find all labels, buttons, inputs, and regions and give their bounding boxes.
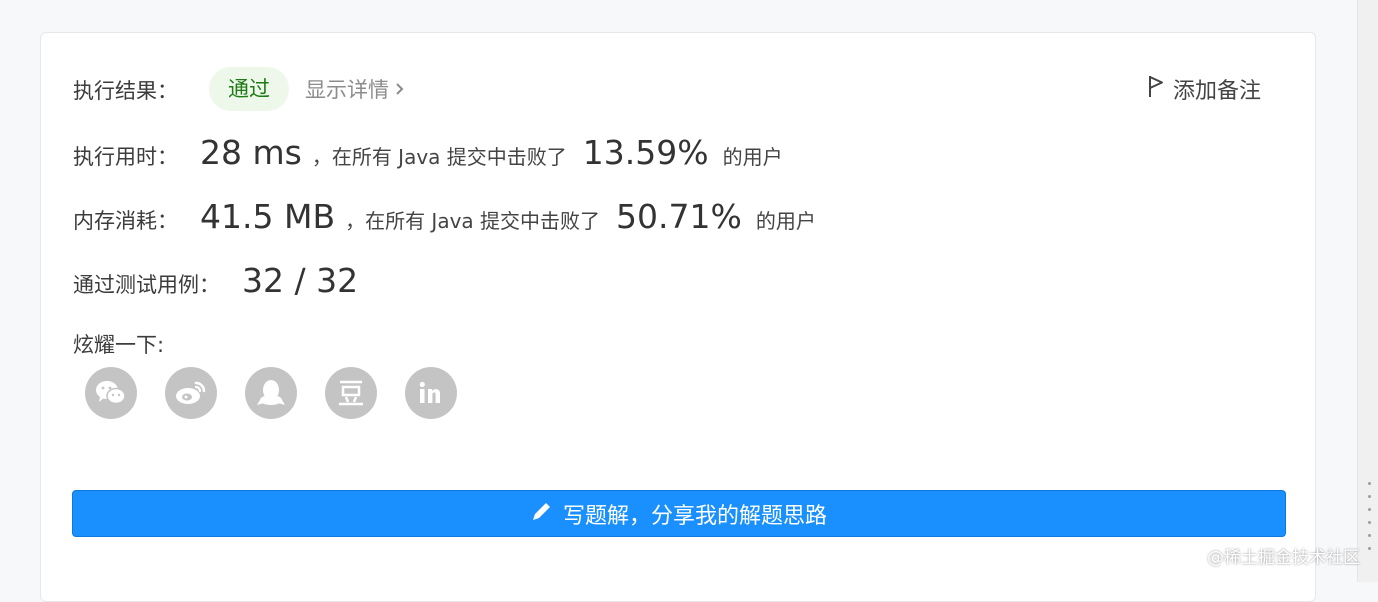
- weibo-icon[interactable]: [165, 367, 217, 419]
- show-details-link[interactable]: 显示详情: [305, 74, 405, 104]
- tests-label: 通过测试用例：: [73, 273, 220, 297]
- chevron-right-icon: [395, 77, 405, 101]
- write-solution-label: 写题解，分享我的解题思路: [562, 503, 827, 529]
- add-note-button[interactable]: 添加备注: [1147, 73, 1261, 105]
- share-label: 炫耀一下:: [73, 333, 165, 357]
- qq-icon[interactable]: [245, 367, 297, 419]
- show-details-label: 显示详情: [305, 78, 389, 102]
- memory-value: 41.5 MB: [200, 197, 336, 236]
- write-solution-button[interactable]: 写题解，分享我的解题思路: [72, 490, 1286, 537]
- tests-value: 32 / 32: [242, 261, 359, 300]
- wechat-icon[interactable]: [85, 367, 137, 419]
- memory-row: 内存消耗： 41.5 MB ，在所有 Java 提交中击败了 50.71% 的用…: [73, 197, 816, 236]
- result-label: 执行结果：: [73, 79, 178, 103]
- runtime-value: 28 ms: [200, 133, 302, 172]
- memory-percent: 50.71%: [616, 197, 742, 236]
- add-note-label: 添加备注: [1172, 79, 1261, 104]
- tests-row: 通过测试用例： 32 / 32: [73, 261, 368, 300]
- linkedin-icon[interactable]: [405, 367, 457, 419]
- douban-icon[interactable]: [325, 367, 377, 419]
- scrollbar[interactable]: [1357, 0, 1378, 582]
- runtime-percent: 13.59%: [582, 133, 709, 172]
- submission-result-card: 执行结果： 通过 显示详情 添加备注 执行用时： 28 ms ，在所有 Java…: [40, 32, 1316, 602]
- runtime-row: 执行用时： 28 ms ，在所有 Java 提交中击败了 13.59% 的用户: [73, 133, 783, 172]
- share-icons: [85, 367, 457, 419]
- memory-label: 内存消耗：: [73, 209, 178, 233]
- memory-suffix: 的用户: [755, 209, 816, 233]
- watermark: @稀土掘金技术社区: [1207, 548, 1360, 568]
- runtime-prefix: ，在所有 Java 提交中击败了: [311, 145, 567, 169]
- scroll-grip-icon: [1368, 482, 1372, 560]
- runtime-suffix: 的用户: [722, 145, 783, 169]
- flag-icon: [1147, 74, 1165, 104]
- status-badge: 通过: [209, 67, 289, 111]
- runtime-label: 执行用时：: [73, 145, 178, 169]
- memory-prefix: ，在所有 Java 提交中击败了: [345, 209, 601, 233]
- pencil-icon: [531, 500, 553, 528]
